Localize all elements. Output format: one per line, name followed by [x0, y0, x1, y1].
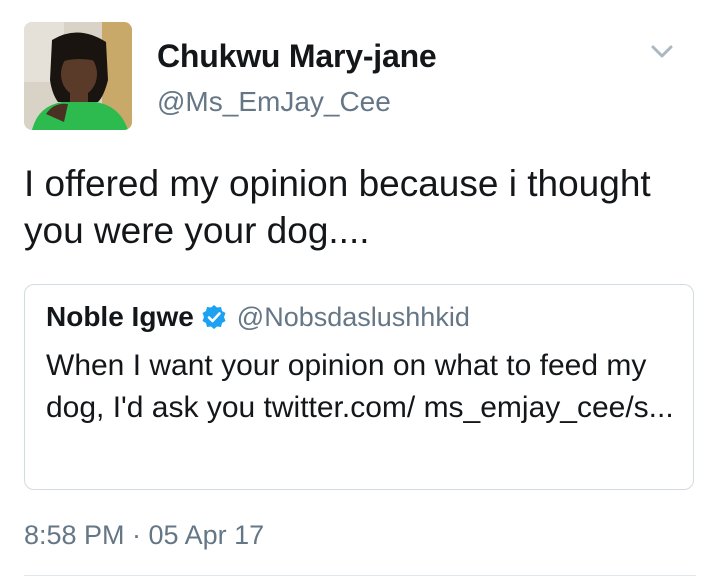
avatar-image — [24, 22, 132, 130]
quoted-author-handle: @Nobsdaslushhkid — [236, 301, 470, 332]
tweet-text: I offered my opinion because i thought y… — [24, 163, 651, 251]
quoted-tweet-card[interactable]: Noble Igwe @Nobsdaslushhkid When I want … — [24, 284, 694, 490]
verified-badge-icon — [201, 304, 227, 330]
author-handle[interactable]: @Ms_EmJay_Cee — [157, 86, 391, 118]
divider — [24, 575, 696, 576]
chevron-down-icon[interactable] — [645, 38, 679, 68]
quoted-tweet-header: Noble Igwe @Nobsdaslushhkid — [46, 301, 470, 333]
author-avatar[interactable] — [24, 22, 132, 130]
quoted-author-name: Noble Igwe — [46, 301, 194, 332]
quoted-tweet-text: When I want your opinion on what to feed… — [46, 349, 674, 424]
author-display-name[interactable]: Chukwu Mary-jane — [157, 38, 437, 75]
tweet: Chukwu Mary-jane @Ms_EmJay_Cee I offered… — [0, 0, 720, 580]
tweet-timestamp[interactable]: 8:58 PM · 05 Apr 17 — [24, 520, 264, 551]
